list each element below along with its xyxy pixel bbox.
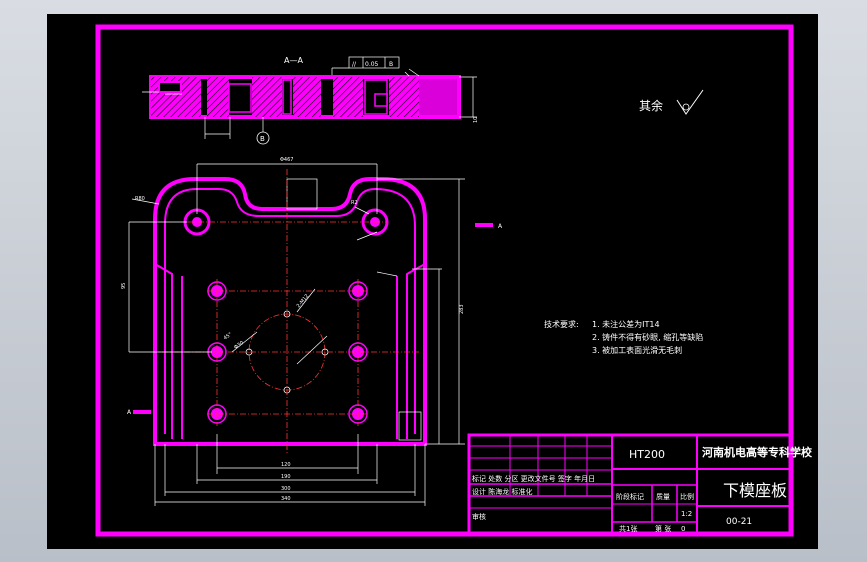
part-name: 下模座板: [723, 481, 787, 500]
flatness-value: 0.05: [365, 61, 379, 68]
sheet-total: 共1张: [619, 524, 637, 533]
top-slot: [286, 178, 318, 210]
section-mark-a-right: A: [498, 223, 503, 230]
revision-row: 标记 处数 分区 更改文件号 签字 年月日: [472, 474, 595, 483]
section-mark-right: A: [475, 223, 503, 230]
flatness-frame: // 0.05 B: [331, 56, 400, 76]
dim-hole-dia: Φ30: [233, 340, 245, 351]
drawing-number: 00-21: [726, 517, 752, 527]
left-rib: [154, 263, 183, 439]
section-mark-left: A: [127, 409, 151, 416]
roughness-symbol-icon: [676, 89, 704, 115]
bolt-hole-rings: [207, 281, 368, 424]
dim-radius-right: R2: [351, 200, 358, 206]
section-hatch-4: [293, 77, 321, 117]
roughness-note: 其余: [639, 89, 704, 115]
sheet-number: 第 张: [655, 524, 671, 533]
bolt-holes: [211, 285, 364, 420]
roughness-other-text: 其余: [639, 98, 663, 113]
design-row: 设计 陈海龙 标准化: [472, 487, 532, 496]
section-hatch-5: [333, 77, 363, 117]
tech-req-item: 3. 被加工表面光滑无毛刺: [592, 345, 682, 355]
dim-bottom-total: 340: [281, 496, 291, 502]
engineering-drawing: A—A // 0.05 B B 10 Φ467 95 283 120 190 3…: [95, 24, 813, 537]
section-view: A—A // 0.05 B B 10: [142, 56, 479, 145]
dim-bolt-spec: 2-M12: [296, 293, 311, 309]
section-void-2: [228, 83, 252, 113]
dim-bottom-inner: 120: [281, 462, 291, 468]
tech-req-title: 技术要求:: [544, 319, 579, 329]
dim-left-height: 95: [121, 283, 127, 289]
section-hatch-3: [252, 77, 282, 117]
weight-label: 质量: [656, 492, 670, 501]
dim-radius-left: R80: [135, 196, 145, 202]
tech-req-item: 2. 铸件不得有砂眼, 缩孔等缺陷: [592, 332, 703, 342]
section-void-5: [374, 93, 388, 107]
section-mark-a-left: A: [127, 409, 132, 416]
section-solid-7: [419, 77, 459, 117]
scale-label: 比例: [680, 492, 694, 501]
datum-b-label: B: [260, 135, 265, 143]
dim-top-width: Φ467: [280, 157, 293, 163]
stage-mark-label: 阶段标记: [616, 492, 644, 501]
right-notch: [398, 411, 422, 441]
flatness-symbol: //: [352, 61, 357, 68]
section-void-3: [282, 79, 292, 115]
tech-requirements: 技术要求: 1. 未注公差为IT14 2. 铸件不得有砂眼, 缩孔等缺陷 3. …: [544, 319, 703, 355]
sheet-index: 0: [681, 525, 685, 533]
section-void-1: [158, 81, 182, 93]
dim-bottom-mid: 190: [281, 474, 291, 480]
review-label: 审核: [472, 512, 486, 521]
plan-view: Φ467 95 283 120 190 300 340 2-M12 Φ30 45…: [121, 157, 465, 506]
section-hatch-2: [207, 77, 229, 117]
flatness-datum: B: [389, 61, 393, 68]
school-name: 河南机电高等专科学校: [702, 445, 813, 459]
tech-req-item: 1. 未注公差为IT14: [592, 319, 660, 329]
material-label: HT200: [629, 448, 665, 461]
scale-value: 1:2: [681, 510, 692, 518]
dim-hole-angle: 45°: [223, 331, 234, 341]
section-label: A—A: [284, 56, 303, 65]
dim-right-height: 283: [459, 304, 465, 314]
section-height-dim: 10: [473, 117, 479, 123]
dim-bottom-outer: 300: [281, 486, 291, 492]
section-hatch-6: [389, 77, 419, 117]
title-block: HT200 河南机电高等专科学校 下模座板 00-21 标记 处数 分区 更改文…: [467, 433, 813, 536]
cad-viewport[interactable]: A—A // 0.05 B B 10 Φ467 95 283 120 190 3…: [47, 14, 818, 549]
